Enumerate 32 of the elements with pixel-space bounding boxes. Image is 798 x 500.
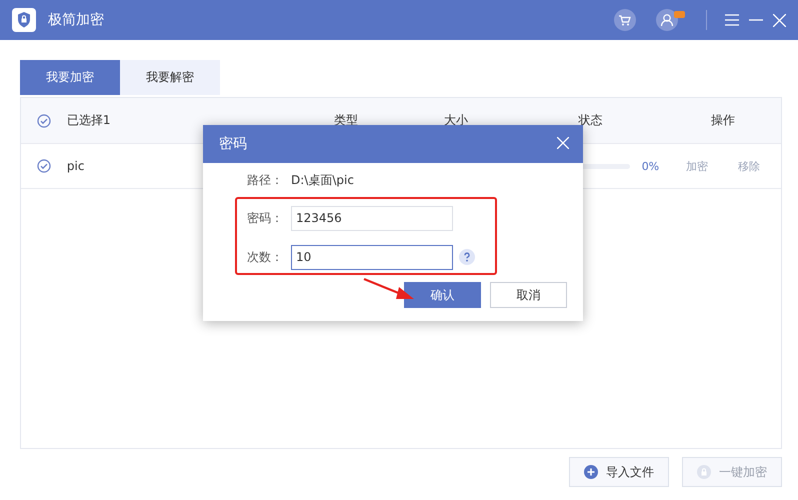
check-circle-icon[interactable] — [36, 159, 51, 173]
cancel-button[interactable]: 取消 — [490, 282, 567, 308]
column-header: 状态 — [577, 112, 604, 129]
selected-count: 已选择1 — [66, 112, 112, 129]
input-field[interactable]: 10 — [291, 244, 453, 270]
plus-icon — [584, 465, 598, 479]
cart-icon[interactable] — [614, 9, 636, 31]
help-icon[interactable] — [459, 249, 475, 265]
file-name: pic — [66, 159, 86, 173]
tab[interactable]: 我要加密 — [20, 60, 120, 95]
input-field[interactable]: 123456 — [291, 206, 453, 230]
arrow-annotation — [363, 277, 415, 301]
app-title: 极简加密 — [48, 11, 105, 29]
close-icon[interactable] — [773, 14, 786, 26]
dialog-title: 密码 — [219, 135, 247, 153]
confirm-button[interactable]: 确认 — [404, 282, 481, 308]
tab[interactable]: 我要解密 — [120, 60, 220, 95]
progress-percent: 0% — [642, 160, 660, 172]
column-header: 类型 — [333, 112, 360, 129]
column-header: 操作 — [710, 112, 736, 129]
close-button[interactable] — [557, 136, 569, 152]
import-button[interactable]: 导入文件 — [569, 457, 669, 487]
path-value: D:\桌面\pic — [291, 172, 354, 188]
check-circle-icon[interactable] — [36, 114, 51, 128]
shield-lock-logo — [12, 8, 36, 32]
user-icon[interactable] — [656, 9, 686, 31]
lock-icon — [697, 465, 711, 479]
path-label: 路径： — [246, 172, 284, 188]
field-label: 密码： — [246, 210, 284, 226]
field-label: 次数： — [246, 248, 284, 266]
column-header: 大小 — [442, 112, 469, 129]
menu-icon[interactable] — [725, 14, 739, 26]
